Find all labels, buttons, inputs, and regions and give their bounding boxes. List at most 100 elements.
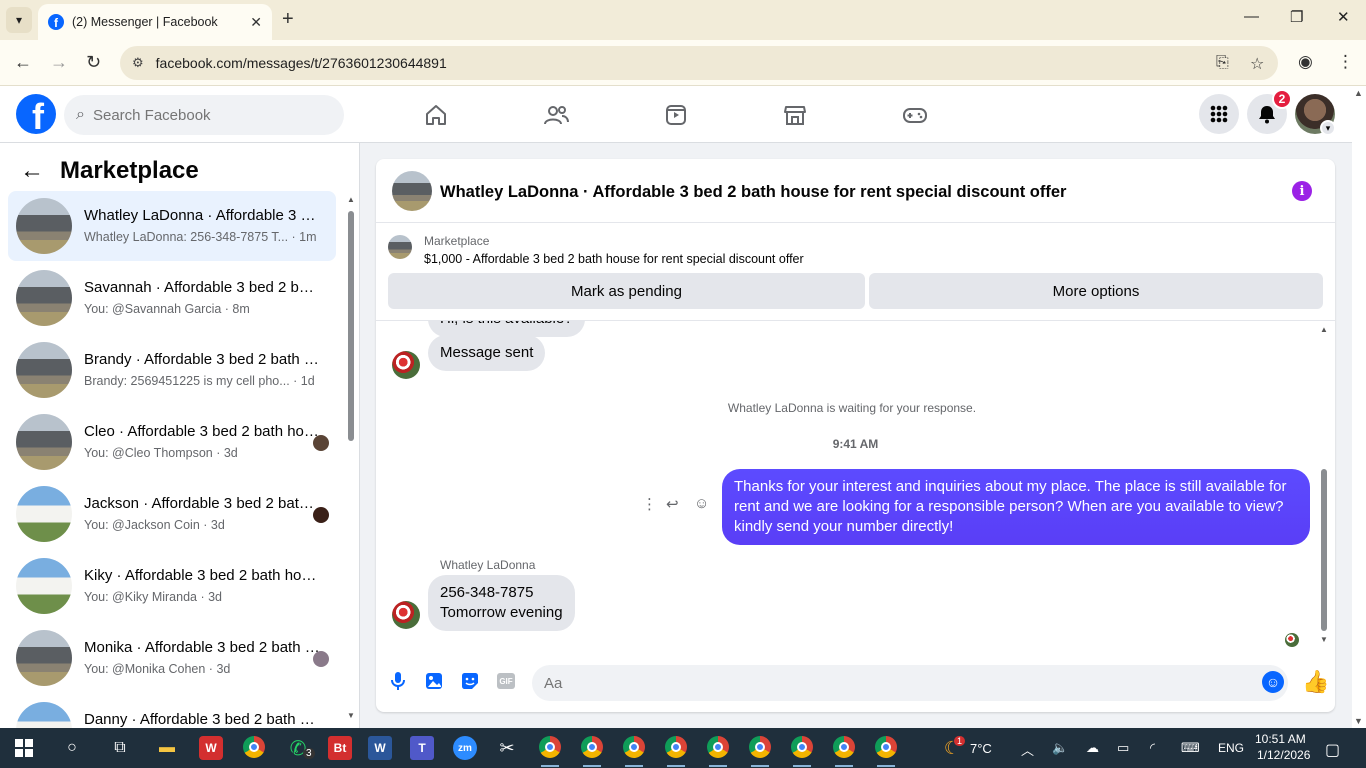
conversation-item[interactable]: Whatley LaDonna · Affordable 3 bed 2 bat… — [8, 191, 336, 261]
site-info-icon[interactable]: ⚙ — [132, 55, 144, 71]
facebook-logo-icon[interactable]: f — [16, 94, 56, 134]
more-options-button[interactable]: More options — [869, 273, 1323, 309]
panel-header: ← Marketplace — [20, 157, 199, 185]
language-indicator[interactable]: ENG — [1218, 741, 1244, 755]
scroll-up-arrow-icon[interactable]: ▲ — [1354, 88, 1363, 98]
volume-icon[interactable]: 🔈 — [1052, 740, 1068, 756]
message-bubble: Message sent — [428, 335, 546, 371]
reload-icon[interactable]: ↻ — [86, 52, 101, 73]
sticker-icon[interactable] — [460, 671, 480, 691]
show-hidden-icons-chevron-icon[interactable]: ︿ — [1021, 740, 1034, 759]
marketplace-icon[interactable] — [775, 100, 815, 130]
conversation-list-scrollbar[interactable]: ▲ ▼ — [346, 193, 356, 723]
scroll-down-arrow-icon[interactable]: ▼ — [347, 711, 355, 720]
scroll-down-arrow-icon[interactable]: ▼ — [1320, 635, 1328, 644]
install-app-icon[interactable]: ⎘ — [1216, 54, 1229, 72]
scrollbar-thumb[interactable] — [1321, 469, 1327, 631]
sender-name: Whatley LaDonna — [440, 558, 536, 572]
bookmark-star-icon[interactable]: ☆ — [1250, 54, 1264, 74]
forward-arrow-icon[interactable]: → — [50, 52, 68, 73]
scroll-down-arrow-icon[interactable]: ▼ — [1354, 716, 1363, 726]
menu-grid-icon[interactable] — [1199, 94, 1239, 134]
conversation-item[interactable]: Monika · Affordable 3 bed 2 bath house f… — [8, 623, 336, 693]
browser-menu-icon[interactable]: ⋮ — [1337, 52, 1354, 72]
back-arrow-icon[interactable]: ← — [14, 52, 32, 73]
chrome-profile-icon[interactable] — [833, 736, 855, 758]
listing-title[interactable]: $1,000 - Affordable 3 bed 2 bath house f… — [424, 252, 804, 266]
browser-tab[interactable]: f (2) Messenger | Facebook ✕ — [38, 4, 272, 40]
scroll-up-arrow-icon[interactable]: ▲ — [1320, 325, 1328, 334]
clock-time[interactable]: 10:51 AM — [1255, 732, 1306, 746]
back-arrow-icon[interactable]: ← — [20, 157, 44, 185]
clock-date[interactable]: 1/12/2026 — [1257, 748, 1310, 762]
notification-center-icon[interactable]: ▢ — [1325, 740, 1340, 760]
running-indicator — [667, 765, 685, 767]
new-tab-icon[interactable]: + — [282, 8, 294, 31]
windows-start-icon[interactable] — [12, 736, 36, 760]
window-close-icon[interactable]: ✕ — [1337, 8, 1350, 26]
teams-icon[interactable]: T — [410, 736, 434, 760]
mark-as-pending-button[interactable]: Mark as pending — [388, 273, 865, 309]
tab-close-icon[interactable]: ✕ — [250, 14, 262, 31]
message-more-icon[interactable]: ⋮ — [642, 495, 657, 513]
gaming-icon[interactable] — [895, 100, 935, 130]
listing-thumbnail[interactable] — [388, 235, 412, 259]
page-scrollbar[interactable]: ▲ ▼ — [1352, 86, 1366, 728]
chat-scrollbar[interactable]: ▲ ▼ — [1319, 325, 1329, 647]
microphone-icon[interactable] — [388, 671, 408, 691]
chrome-profile-icon[interactable] — [665, 736, 687, 758]
restore-icon[interactable]: ❐ — [1290, 8, 1303, 26]
minimize-icon[interactable]: — — [1244, 8, 1259, 25]
onedrive-icon[interactable]: ☁ — [1086, 740, 1099, 756]
photo-icon[interactable] — [424, 671, 444, 691]
chrome-profile-icon[interactable] — [539, 736, 561, 758]
wps-office-icon[interactable]: W — [199, 736, 223, 760]
profile-icon[interactable]: ◉ — [1298, 52, 1313, 72]
tab-search-chevron-icon[interactable]: ▾ — [6, 7, 32, 33]
chrome-profile-icon[interactable] — [707, 736, 729, 758]
zoom-icon[interactable]: zm — [453, 736, 477, 760]
message-input[interactable] — [544, 674, 1244, 692]
conversation-item[interactable]: Kiky · Affordable 3 bed 2 bath house for… — [8, 551, 336, 621]
search-input[interactable] — [92, 106, 313, 124]
chrome-profile-icon[interactable] — [791, 736, 813, 758]
video-icon[interactable] — [656, 100, 696, 130]
account-chevron-icon[interactable]: ▾ — [1320, 120, 1336, 136]
conversation-info-icon[interactable]: i — [1292, 181, 1312, 201]
search-circle-icon[interactable]: ○ — [60, 736, 84, 760]
reply-icon[interactable]: ↩ — [666, 495, 679, 513]
task-view-icon[interactable]: ⧉ — [108, 736, 132, 760]
conversation-item[interactable]: Danny · Affordable 3 bed 2 bath house fo… — [8, 695, 336, 728]
conversation-item[interactable]: Savannah · Affordable 3 bed 2 bath house… — [8, 263, 336, 333]
message-input-wrapper[interactable] — [532, 665, 1288, 701]
bittorrent-icon[interactable]: Bt — [328, 736, 352, 760]
chrome-profile-icon[interactable] — [581, 736, 603, 758]
chat-listing-thumbnail[interactable] — [392, 171, 432, 211]
friends-icon[interactable] — [536, 100, 576, 130]
conversation-item[interactable]: Brandy · Affordable 3 bed 2 bath house f… — [8, 335, 336, 405]
chrome-profile-icon[interactable] — [623, 736, 645, 758]
file-explorer-icon[interactable]: ▬ — [155, 736, 179, 760]
gif-icon[interactable]: GIF — [497, 673, 515, 689]
chrome-profile-icon[interactable] — [749, 736, 771, 758]
conversation-item[interactable]: Cleo · Affordable 3 bed 2 bath house for… — [8, 407, 336, 477]
temperature[interactable]: 7°C — [970, 741, 992, 756]
word-icon[interactable]: W — [368, 736, 392, 760]
battery-icon[interactable]: ▭ — [1117, 740, 1129, 756]
snipping-tool-icon[interactable]: ✂ — [495, 736, 519, 760]
keyboard-icon[interactable]: ⌨ — [1181, 740, 1200, 756]
chrome-icon[interactable] — [243, 736, 265, 758]
scrollbar-thumb[interactable] — [348, 211, 354, 441]
conversation-item[interactable]: Jackson · Affordable 3 bed 2 bath house … — [8, 479, 336, 549]
thumbs-up-icon[interactable]: 👍 — [1302, 669, 1329, 695]
chrome-profile-icon[interactable] — [875, 736, 897, 758]
running-indicator — [751, 765, 769, 767]
scroll-up-arrow-icon[interactable]: ▲ — [347, 195, 355, 204]
home-icon[interactable] — [416, 100, 456, 130]
wifi-icon[interactable]: ◜ — [1150, 740, 1155, 756]
chat-title[interactable]: Whatley LaDonna · Affordable 3 bed 2 bat… — [440, 183, 1066, 202]
emoji-icon[interactable]: ☺ — [1262, 671, 1284, 693]
address-bar[interactable]: ⚙ facebook.com/messages/t/27636012306448… — [120, 46, 1278, 80]
react-emoji-icon[interactable]: ☺ — [694, 495, 709, 512]
facebook-search[interactable]: ⌕ — [64, 95, 344, 135]
